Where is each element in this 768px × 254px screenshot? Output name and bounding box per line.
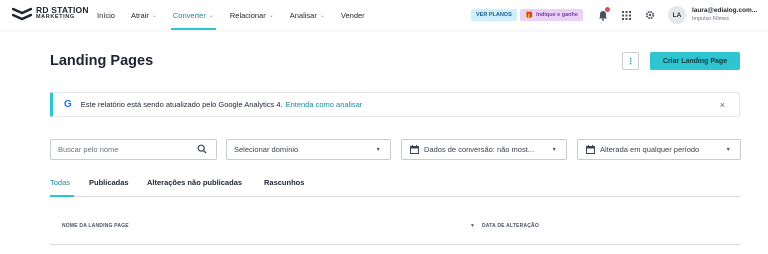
nav-item-atrair[interactable]: Atrair ⌄: [131, 0, 157, 30]
table-divider: [50, 244, 741, 245]
chevron-down-icon: ⌄: [268, 12, 274, 19]
sort-down-icon[interactable]: ▼: [470, 223, 475, 229]
user-email: laura@edialog.com...: [692, 7, 758, 14]
search-icon: [197, 144, 207, 156]
nav-item-vender[interactable]: Vender: [341, 0, 365, 30]
calendar-icon: [410, 145, 419, 154]
close-icon[interactable]: ×: [720, 100, 725, 110]
banner-link[interactable]: Entenda como analisar: [286, 100, 363, 109]
chevron-down-icon: ⌄: [208, 12, 214, 19]
search-input[interactable]: Buscar pelo nome: [50, 139, 217, 160]
chevron-down-icon: ⌄: [151, 12, 157, 19]
active-tab-indicator: [50, 195, 74, 197]
logo-line1: RD STATION: [36, 5, 89, 15]
nav-label: Analisar: [289, 10, 317, 20]
nav-label: Relacionar: [229, 10, 266, 20]
avatar[interactable]: LA: [668, 6, 686, 24]
domain-select[interactable]: Selecionar domínio ▼: [226, 139, 391, 160]
analytics-info-banner: G Este relatório está sendo atualizado p…: [50, 92, 740, 117]
nav-label: Início: [97, 10, 115, 20]
calendar-icon: [586, 145, 595, 154]
chevron-down-icon: ▼: [725, 147, 731, 153]
nav-label: Atrair: [130, 10, 149, 20]
refer-label: Indique e ganhe: [536, 12, 578, 18]
user-menu[interactable]: laura@edialog.com... Impulso Filmes: [692, 7, 757, 23]
refer-and-earn-button[interactable]: 🎁 Indique e ganhe: [520, 9, 583, 21]
main-nav: Início Atrair ⌄ Converter ⌄ Relacionar ⌄ An…: [97, 0, 381, 30]
logo-mark-icon: [12, 7, 32, 21]
chevron-down-icon: ▼: [551, 147, 557, 153]
period-select-value: Alterada em qualquer período: [600, 145, 700, 154]
create-landing-page-button[interactable]: Criar Landing Page: [650, 52, 740, 70]
apps-grid-icon[interactable]: [619, 8, 633, 22]
tab-rascunhos[interactable]: Rascunhos: [264, 178, 304, 187]
search-placeholder: Buscar pelo nome: [58, 145, 119, 154]
tab-todas[interactable]: Todas: [50, 178, 70, 187]
column-header-date[interactable]: DATA DE ALTERAÇÃO: [482, 223, 539, 229]
kebab-icon: ⋮: [626, 56, 635, 66]
nav-item-relacionar[interactable]: Relacionar ⌄: [230, 0, 274, 30]
chevron-down-icon: ▼: [375, 147, 381, 153]
page-title: Landing Pages: [50, 53, 154, 69]
nav-item-converter[interactable]: Converter ⌄: [170, 0, 216, 30]
view-plans-button[interactable]: VER PLANOS: [471, 9, 517, 21]
top-navbar: RD STATION MARKETING Início Atrair ⌄ Conv…: [0, 0, 768, 30]
nav-label: Vender: [340, 10, 365, 20]
banner-message: Este relatório está sendo atualizado pel…: [80, 100, 283, 109]
nav-item-analisar[interactable]: Analisar ⌄: [290, 0, 325, 30]
rd-station-logo[interactable]: RD STATION MARKETING: [12, 5, 89, 21]
conversion-select-value: Dados de conversão: não most...: [424, 145, 535, 154]
more-options-button[interactable]: ⋮: [622, 52, 639, 70]
bell-icon[interactable]: [596, 7, 610, 22]
conversion-data-select[interactable]: Dados de conversão: não most... ▼: [401, 139, 567, 160]
gift-icon: 🎁: [525, 12, 534, 19]
nav-item-inicio[interactable]: Início: [97, 0, 115, 30]
chevron-down-icon: ⌄: [319, 12, 325, 19]
notification-dot: [605, 7, 610, 12]
status-tabs: Todas Publicadas Alterações não publicad…: [50, 174, 741, 197]
domain-select-value: Selecionar domínio: [234, 145, 299, 154]
user-company: Impulso Filmes: [692, 16, 729, 22]
tab-publicadas[interactable]: Publicadas: [89, 178, 129, 187]
logo-line2: MARKETING: [36, 14, 75, 20]
tab-alteracoes-nao-publicadas[interactable]: Alterações não publicadas: [147, 178, 242, 187]
column-header-name[interactable]: NOME DA LANDING PAGE: [62, 223, 129, 229]
nav-label: Converter: [172, 10, 206, 20]
gear-icon[interactable]: [643, 8, 657, 22]
google-icon: G: [64, 99, 72, 110]
period-select[interactable]: Alterada em qualquer período ▼: [577, 139, 741, 160]
